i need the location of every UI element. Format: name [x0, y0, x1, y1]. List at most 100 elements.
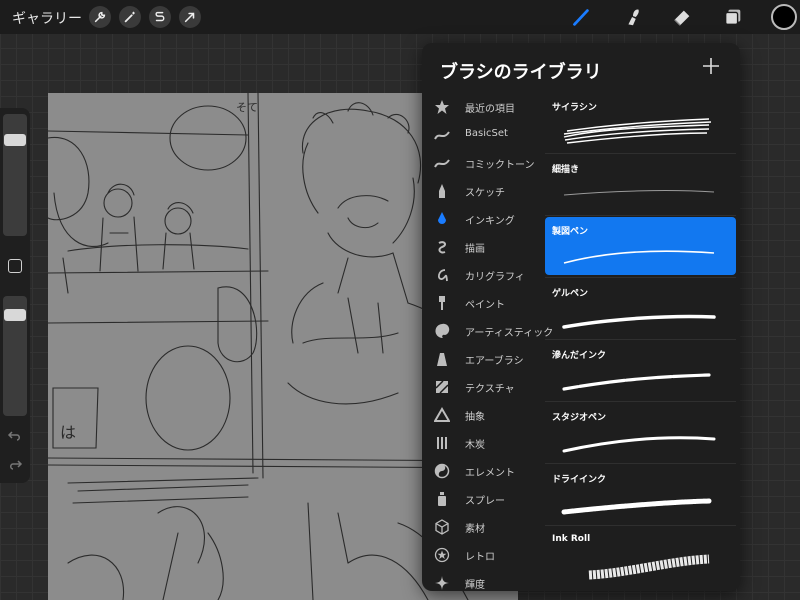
spiral-icon: [438, 241, 446, 254]
left-sidebar: [0, 108, 30, 483]
category-label: カリグラフィ: [465, 272, 525, 283]
brush-stroke-preview: [562, 373, 711, 391]
brush-name: 滲んだインク: [552, 351, 607, 361]
brush-size-slider[interactable]: [3, 114, 27, 236]
category-17[interactable]: レトロ: [422, 541, 543, 569]
brush-stroke-preview: [562, 436, 716, 453]
brush-item-7[interactable]: ドライインク: [545, 465, 736, 523]
brush-name: Ink Roll: [552, 534, 591, 544]
wrench-icon[interactable]: [89, 6, 111, 28]
category-label: コミックトーン: [465, 160, 535, 171]
category-label: 素材: [465, 524, 485, 535]
opacity-slider[interactable]: [3, 296, 27, 416]
brush-stroke-preview: [563, 118, 712, 144]
category-7[interactable]: カリグラフィ: [422, 261, 543, 289]
brush-item-2[interactable]: 細描き: [545, 155, 736, 213]
ink-drop-icon: [438, 212, 446, 224]
paintbrush-icon: [439, 296, 445, 310]
selection-icon[interactable]: [149, 6, 171, 28]
triangle-icon: [434, 407, 450, 422]
brush-item-1[interactable]: サイラシン: [545, 93, 736, 151]
gallery-button[interactable]: ギャラリー: [12, 8, 82, 28]
category-label: レトロ: [465, 552, 495, 563]
category-label: アーティスティック: [465, 328, 554, 339]
brush-stroke-preview: [561, 498, 712, 515]
category-15[interactable]: スプレー: [422, 485, 543, 513]
layers-icon[interactable]: [720, 4, 746, 30]
category-13[interactable]: 木炭: [422, 429, 543, 457]
panel-title: ブラシのライブラリ: [440, 62, 602, 83]
add-brush-icon[interactable]: [700, 55, 722, 77]
brush-name: 製図ペン: [552, 227, 589, 237]
category-label: 最近の項目: [465, 104, 515, 115]
brush-divider: [545, 463, 736, 464]
category-label: 描画: [465, 244, 485, 255]
spray-can-icon: [438, 492, 446, 506]
category-2[interactable]: BasicSet: [422, 121, 543, 149]
stroke-icon: [434, 159, 450, 168]
calligraphy-icon: [438, 269, 448, 282]
brush-item-3[interactable]: 製図ペン: [545, 217, 736, 275]
airbrush-icon: [437, 353, 447, 366]
category-label: インキング: [465, 216, 515, 227]
category-8[interactable]: ペイント: [422, 289, 543, 317]
transform-arrow-icon[interactable]: [179, 6, 201, 28]
color-picker-swatch[interactable]: [771, 4, 797, 30]
top-toolbar: ギャラリー: [0, 0, 800, 34]
category-label: エアーブラシ: [465, 356, 524, 367]
category-9[interactable]: アーティスティック: [422, 317, 553, 345]
brush-list: サイラシン細描き製図ペンゲルペン滲んだインク スタジオペン ドライインク Ink Ro…: [545, 93, 736, 591]
texture-icon: [435, 380, 449, 394]
category-16[interactable]: 素材: [422, 513, 543, 541]
brush-name: ゲルペン: [552, 289, 589, 299]
palette-icon: [435, 323, 450, 339]
category-10[interactable]: エアーブラシ: [422, 345, 543, 373]
brush-size-thumb[interactable]: [4, 134, 26, 146]
brush-item-4[interactable]: ゲルペン: [545, 279, 736, 337]
brush-divider: [545, 277, 736, 278]
yin-yang-icon: [434, 463, 450, 479]
brush-icon[interactable]: [568, 4, 594, 30]
brush-stroke-preview: [588, 554, 710, 580]
brush-name: ドライインク: [552, 475, 607, 485]
brush-stroke-preview: [563, 190, 715, 196]
category-list: 最近の項目 BasicSet コミックトーン スケッチインキング描画カリグラフィペイン…: [422, 93, 553, 591]
category-label: エレメント: [465, 468, 515, 479]
smudge-icon[interactable]: [620, 4, 646, 30]
brush-name: 細描き: [552, 165, 580, 175]
redo-icon[interactable]: [7, 457, 23, 473]
brush-divider: [545, 525, 736, 526]
category-14[interactable]: エレメント: [422, 457, 543, 485]
brush-library-panel: ブラシのライブラリ 最近の項目 BasicSet コミックトーン スケッチインキング描…: [422, 43, 740, 591]
category-11[interactable]: テクスチャ: [422, 373, 543, 401]
brush-stroke-preview: [562, 314, 716, 329]
category-4[interactable]: スケッチ: [422, 177, 543, 205]
category-label: 木炭: [465, 440, 485, 451]
category-label: スケッチ: [465, 188, 505, 199]
modify-button[interactable]: [8, 259, 22, 273]
magic-wand-icon[interactable]: [119, 6, 141, 28]
brush-item-6[interactable]: スタジオペン: [545, 403, 736, 461]
category-18[interactable]: 輝度: [422, 569, 543, 591]
category-3[interactable]: コミックトーン: [422, 149, 543, 177]
category-label: 輝度: [465, 580, 485, 591]
category-5[interactable]: インキング: [422, 205, 543, 233]
sketch-text-2: そて: [236, 101, 258, 114]
brush-item-8[interactable]: Ink Roll: [545, 527, 736, 585]
category-label: テクスチャ: [465, 384, 515, 395]
pencil-icon: [439, 184, 445, 198]
star-icon: [435, 100, 449, 114]
opacity-thumb[interactable]: [4, 309, 26, 321]
sparkle-icon: [435, 576, 449, 590]
brush-name: スタジオペン: [552, 413, 607, 423]
category-6[interactable]: 描画: [422, 233, 543, 261]
eraser-icon[interactable]: [669, 4, 695, 30]
brush-divider: [545, 339, 736, 340]
brush-item-5[interactable]: 滲んだインク: [545, 341, 736, 399]
category-1[interactable]: 最近の項目: [422, 93, 543, 121]
brush-name: サイラシン: [552, 103, 597, 113]
undo-icon[interactable]: [7, 428, 23, 444]
category-12[interactable]: 抽象: [422, 401, 543, 429]
category-label: 抽象: [465, 412, 485, 423]
brush-divider: [545, 215, 736, 216]
